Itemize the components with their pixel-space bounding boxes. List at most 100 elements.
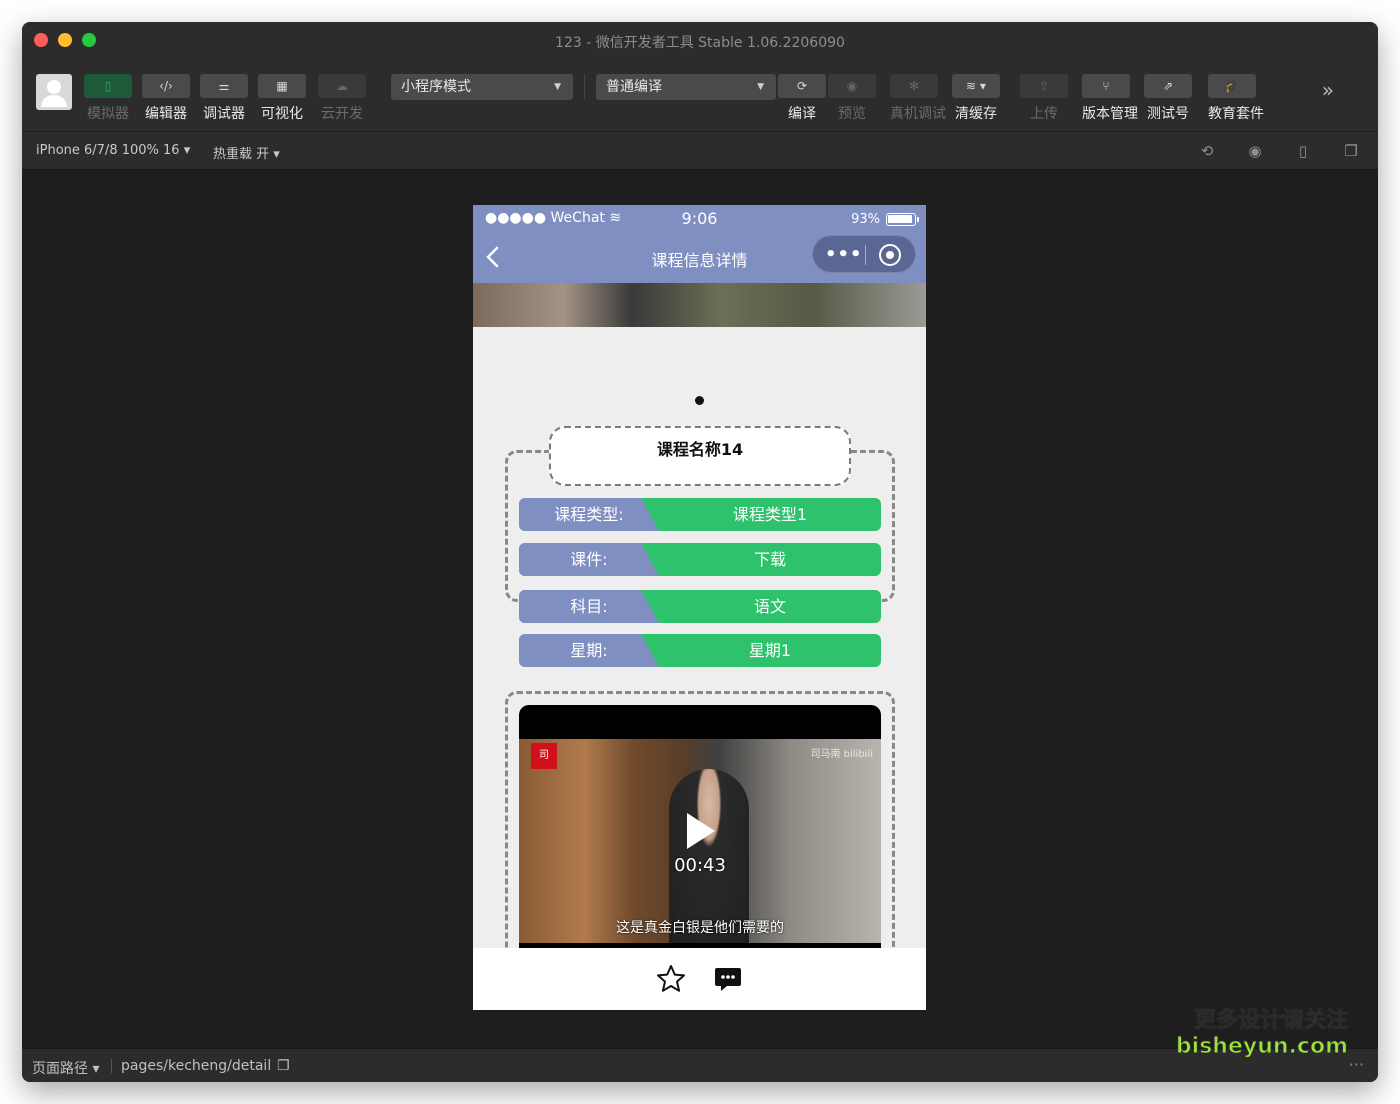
play-icon[interactable] <box>687 813 715 849</box>
status-divider <box>111 1059 112 1073</box>
simulator-button[interactable]: ▯ 模拟器 <box>84 74 132 123</box>
editor-button[interactable]: ‹/› 编辑器 <box>142 74 190 123</box>
info-row-value: 课程类型1 <box>732 505 808 524</box>
bug-icon: ✻ <box>890 74 938 98</box>
device-select[interactable]: iPhone 6/7/8 100% 16 ▾ <box>36 143 190 158</box>
code-icon: ‹/› <box>142 74 190 98</box>
video-brand: 司马南 bilibili <box>810 749 873 760</box>
test-account-button[interactable]: ⇗ 测试号 <box>1144 74 1192 123</box>
info-row-type: 课程类型: 课程类型1 <box>519 498 881 531</box>
battery-icon <box>886 213 919 226</box>
info-row-key: 课程类型: <box>519 498 659 531</box>
info-row-key: 科目: <box>519 590 659 623</box>
version-label: 版本管理 <box>1082 106 1138 122</box>
channel-logo: 司 <box>531 743 557 769</box>
hot-reload-value: 热重载 开 <box>213 147 270 162</box>
more-icon[interactable]: ··· <box>1349 1055 1364 1074</box>
key-text: 科目: <box>570 597 608 616</box>
title-bar: 123 - 微信开发者工具 Stable 1.06.2206090 <box>22 22 1378 60</box>
key-text: 课件: <box>570 550 608 569</box>
watermark-line1: 更多设计请关注 <box>1193 1008 1348 1034</box>
info-row-value: 语文 <box>753 597 786 616</box>
editor-label: 编辑器 <box>145 106 187 122</box>
caret-down-icon: ▼ <box>757 82 764 92</box>
star-icon[interactable] <box>656 964 686 994</box>
cloud-button[interactable]: ☁ 云开发 <box>318 74 366 123</box>
preview-label: 预览 <box>838 106 866 122</box>
video-duration: 00:43 <box>674 855 726 876</box>
nav-bar: ●●●●● WeChat ≋ 9:06 93% 课程信息详情 ••• <box>473 205 926 283</box>
phone-simulator: ●●●●● WeChat ≋ 9:06 93% 课程信息详情 ••• 课程名称1… <box>473 205 926 1010</box>
phone-icon[interactable]: ▯ <box>1294 142 1312 160</box>
path-label: 页面路径 <box>32 1061 88 1077</box>
mode-select-value: 小程序模式 <box>401 79 471 95</box>
upload-label: 上传 <box>1030 106 1058 122</box>
compile-select[interactable]: 普通编译 ▼ <box>596 74 776 100</box>
caret-down-icon: ▼ <box>554 82 561 92</box>
graduation-cap-icon: 🎓 <box>1208 74 1256 98</box>
preview-button[interactable]: ◉ 预览 <box>828 74 876 123</box>
visual-button[interactable]: ▦ 可视化 <box>258 74 306 123</box>
page-path: pages/kecheng/detail <box>121 1058 272 1074</box>
layout-icon: ▦ <box>258 74 306 98</box>
eye-icon: ◉ <box>828 74 876 98</box>
simulator-label: 模拟器 <box>87 106 129 122</box>
key-text: 课程类型: <box>554 505 624 524</box>
course-title-box: 课程名称14 <box>549 426 851 486</box>
status-battery-text: 93% <box>851 212 880 227</box>
external-link-icon: ⇗ <box>1144 74 1192 98</box>
watermark: 更多设计请关注 bisheyun.com <box>1175 1008 1348 1060</box>
debugger-button[interactable]: ⚌ 调试器 <box>200 74 248 123</box>
simulator-subbar: iPhone 6/7/8 100% 16 ▾ 热重载 开 ▾ ⟲ ◉ ▯ ❐ <box>22 132 1378 170</box>
branch-icon: ⑂ <box>1082 74 1130 98</box>
test-account-label: 测试号 <box>1147 106 1189 122</box>
info-row-key: 星期: <box>519 634 659 667</box>
hot-reload-toggle[interactable]: 热重载 开 ▾ <box>213 143 280 162</box>
device-debug-label: 真机调试 <box>890 106 946 122</box>
capsule-divider <box>865 245 866 265</box>
bottom-action-bar <box>473 948 926 1010</box>
upload-icon: ⇧ <box>1020 74 1068 98</box>
main-toolbar: ▯ 模拟器 ‹/› 编辑器 ⚌ 调试器 ▦ 可视化 ☁ 云开发 小程序模式 ▼ … <box>22 60 1378 132</box>
version-button[interactable]: ⑂ 版本管理 <box>1082 74 1138 123</box>
video-subtitle: 这是真金白银是他们需要的 <box>616 920 784 936</box>
info-row-courseware: 课件: 下载 <box>519 543 881 576</box>
course-name: 课程名称14 <box>656 440 744 459</box>
clear-cache-button[interactable]: ≋ ▾ 清缓存 <box>952 74 1000 123</box>
more-dots-icon[interactable]: ••• <box>825 244 863 265</box>
user-avatar[interactable] <box>36 74 72 110</box>
cloud-icon: ☁ <box>318 74 366 98</box>
info-row-subject: 科目: 语文 <box>519 590 881 623</box>
video-player[interactable]: 司 司马南 bilibili 00:43 这是真金白银是他们需要的 <box>519 705 881 949</box>
compile-label: 编译 <box>788 106 816 122</box>
close-target-icon[interactable] <box>879 244 901 266</box>
sliders-icon: ⚌ <box>200 74 248 98</box>
device-debug-button[interactable]: ✻ 真机调试 <box>890 74 946 123</box>
menu-capsule: ••• <box>812 235 916 273</box>
edu-button[interactable]: 🎓 教育套件 <box>1208 74 1264 123</box>
chevrons-right-icon[interactable]: » <box>1322 78 1334 102</box>
edu-label: 教育套件 <box>1208 106 1264 122</box>
watermark-line2: bisheyun.com <box>1175 1034 1348 1060</box>
comment-icon[interactable] <box>713 964 743 994</box>
copy-icon[interactable]: ❐ <box>277 1058 290 1074</box>
rotate-icon[interactable]: ⟲ <box>1198 142 1216 160</box>
stop-icon[interactable]: ◉ <box>1246 142 1264 160</box>
key-text: 星期: <box>570 641 608 660</box>
mode-select[interactable]: 小程序模式 ▼ <box>391 74 573 100</box>
devtools-window: 123 - 微信开发者工具 Stable 1.06.2206090 ▯ 模拟器 … <box>22 22 1378 1082</box>
info-row-key: 课件: <box>519 543 659 576</box>
info-row-weekday: 星期: 星期1 <box>519 634 881 667</box>
refresh-icon: ⟳ <box>778 74 826 98</box>
compile-button[interactable]: ⟳ 编译 <box>778 74 826 123</box>
device-select-value: iPhone 6/7/8 100% 16 <box>36 143 180 158</box>
page-path-dropdown[interactable]: 页面路径 ▾ <box>32 1058 99 1078</box>
window-icon[interactable]: ❐ <box>1342 142 1360 160</box>
download-link[interactable]: 下载 <box>659 543 881 576</box>
upload-button[interactable]: ⇧ 上传 <box>1020 74 1068 123</box>
compile-select-value: 普通编译 <box>606 79 662 95</box>
phone-icon: ▯ <box>84 74 132 98</box>
swiper-indicator-dot[interactable] <box>695 396 704 405</box>
window-title: 123 - 微信开发者工具 Stable 1.06.2206090 <box>555 35 845 51</box>
toolbar-divider <box>584 74 585 100</box>
